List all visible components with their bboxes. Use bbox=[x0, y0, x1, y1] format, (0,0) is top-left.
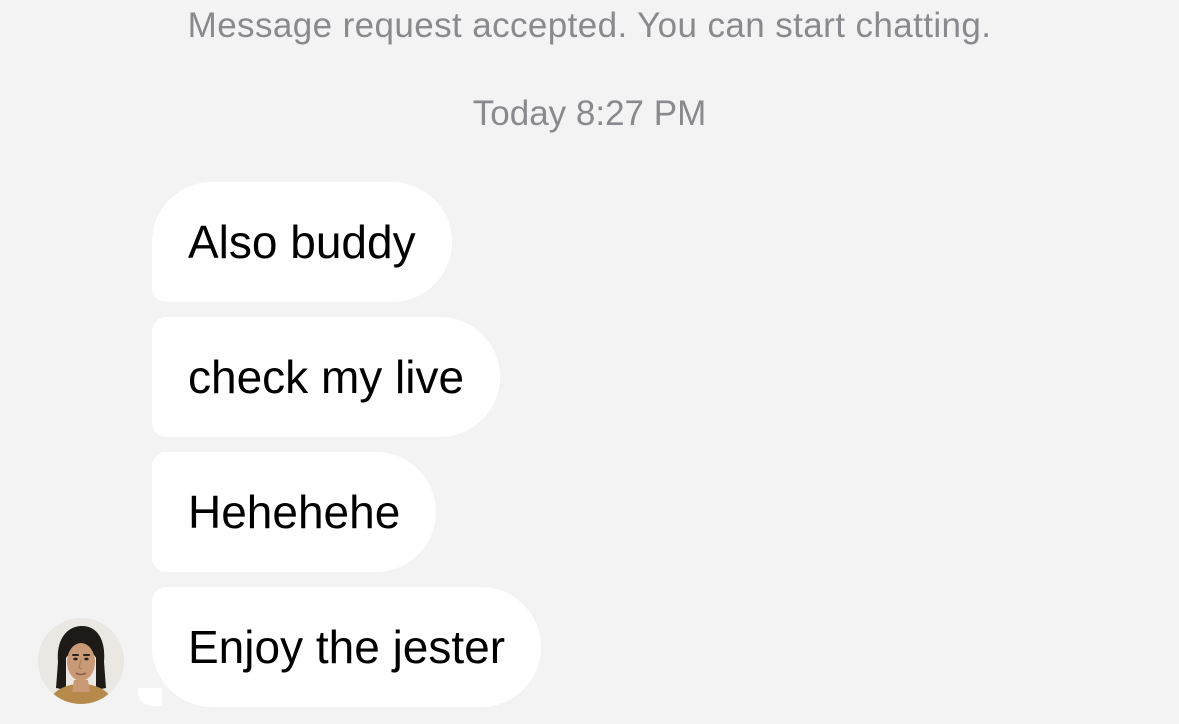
message-bubble[interactable]: Hehehehe bbox=[152, 452, 437, 572]
chat-thread: Message request accepted. You can start … bbox=[0, 0, 1179, 724]
message-bubble[interactable]: check my live bbox=[152, 317, 501, 437]
message-text: Hehehehe bbox=[188, 486, 401, 538]
message-text: Also buddy bbox=[188, 216, 416, 268]
message-bubble[interactable]: Enjoy the jester bbox=[152, 587, 542, 707]
message-text: Enjoy the jester bbox=[188, 621, 506, 673]
message-request-notice: Message request accepted. You can start … bbox=[187, 6, 992, 45]
bubble-tail bbox=[138, 688, 162, 706]
message-timestamp: Today 8:27 PM bbox=[472, 94, 707, 133]
message-bubble[interactable]: Also buddy bbox=[152, 182, 452, 302]
message-text: check my live bbox=[188, 351, 465, 403]
avatar-image bbox=[38, 618, 124, 704]
sender-avatar[interactable] bbox=[38, 618, 124, 704]
